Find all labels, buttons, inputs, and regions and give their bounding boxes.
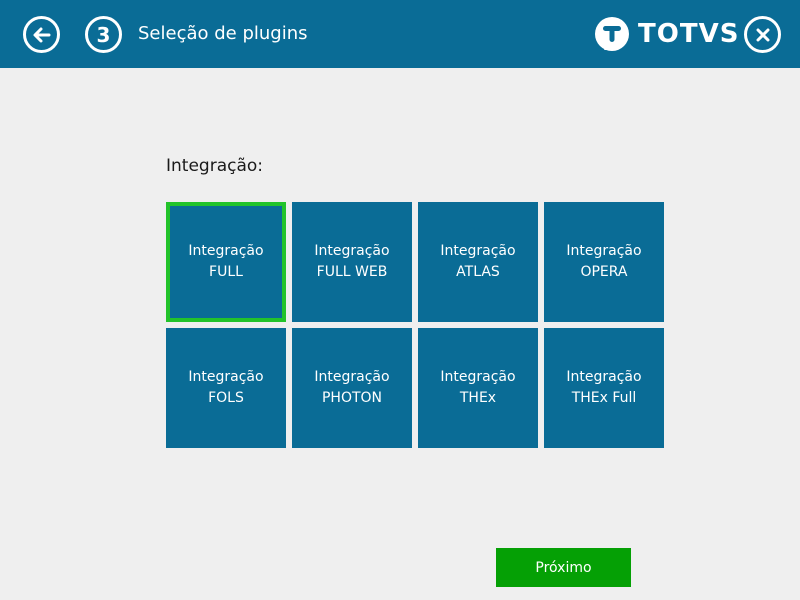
tile-integracao-full-web[interactable]: Integração FULL WEB [292,202,412,322]
tile-label-line1: Integração [566,243,642,259]
section-label: Integração: [166,156,264,176]
tile-label-line1: Integração [314,243,390,259]
header-bar: 3 Seleção de plugins TOTVS [0,0,800,68]
step-badge: 3 [85,16,122,53]
tile-integracao-full[interactable]: Integração FULL [166,202,286,322]
tile-label-line1: Integração [440,369,516,385]
page-title: Seleção de plugins [138,23,308,44]
close-button[interactable] [744,16,781,53]
tile-integracao-opera[interactable]: Integração OPERA [544,202,664,322]
tile-label-line2: THEx Full [571,390,637,406]
totvs-logo: TOTVS [594,16,739,52]
tile-label-line1: Integração [440,243,516,259]
tile-label-line2: FULL [209,264,243,280]
tile-label-line1: Integração [188,243,264,259]
back-button[interactable] [23,16,60,53]
tile-integracao-thex-full[interactable]: Integração THEx Full [544,328,664,448]
tile-label-line2: ATLAS [456,264,500,280]
tile-label-line2: FOLS [208,390,244,406]
tile-label-line2: OPERA [580,264,628,280]
tile-integracao-photon[interactable]: Integração PHOTON [292,328,412,448]
tile-label-line2: PHOTON [321,390,383,406]
tile-label-line2: FULL WEB [316,264,388,280]
close-icon [756,28,769,41]
tile-label-line1: Integração [188,369,264,385]
tile-integracao-fols[interactable]: Integração FOLS [166,328,286,448]
logo-text: TOTVS [638,19,740,49]
totvs-logo-icon [595,17,629,51]
tile-integracao-thex[interactable]: Integração THEx [418,328,538,448]
tile-label-line2: THEx [459,390,497,406]
arrow-left-icon [33,27,50,42]
tile-integracao-atlas[interactable]: Integração ATLAS [418,202,538,322]
tile-label-line1: Integração [314,369,390,385]
plugin-grid: Integração FULL Integração FULL WEB Inte… [166,202,664,448]
next-button[interactable]: Próximo [496,548,631,587]
step-number: 3 [96,22,111,47]
tile-label-line1: Integração [566,369,642,385]
